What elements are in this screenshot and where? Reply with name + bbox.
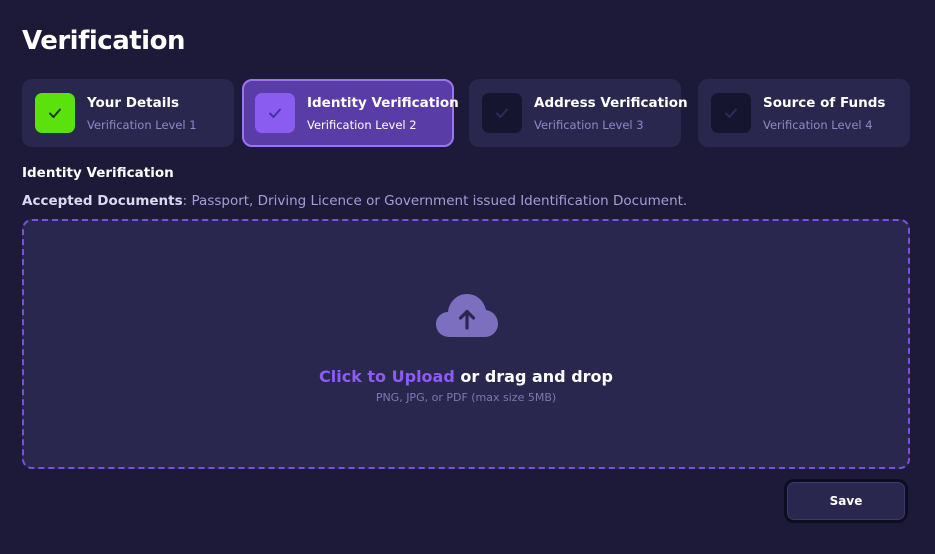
page-title: Verification	[22, 26, 185, 56]
drag-drop-text: or drag and drop	[454, 367, 613, 386]
step-status-box	[482, 93, 522, 133]
step-status-box	[35, 93, 75, 133]
upload-hint: PNG, JPG, or PDF (max size 5MB)	[375, 391, 557, 404]
step-title: Address Verification	[534, 94, 688, 111]
step-title: Identity Verification	[307, 94, 459, 111]
check-icon	[269, 108, 281, 118]
verification-page: Verification Your Details Verification L…	[0, 0, 935, 554]
step-subtitle: Verification Level 3	[534, 117, 644, 132]
file-dropzone[interactable]: Click to Upload or drag and drop PNG, JP…	[22, 219, 910, 469]
step-your-details[interactable]: Your Details Verification Level 1	[22, 79, 234, 147]
verification-steps: Your Details Verification Level 1 Identi…	[22, 79, 910, 147]
check-icon	[49, 108, 61, 118]
check-icon	[496, 108, 508, 118]
step-address-verification[interactable]: Address Verification Verification Level …	[469, 79, 688, 147]
step-status-box	[255, 93, 295, 133]
step-title: Source of Funds	[763, 94, 886, 111]
step-status-box	[711, 93, 751, 133]
upload-prompt: Click to Upload or drag and drop	[24, 367, 908, 386]
step-title: Your Details	[87, 94, 179, 111]
accepted-documents: Accepted Documents: Passport, Driving Li…	[22, 193, 687, 209]
step-source-of-funds[interactable]: Source of Funds Verification Level 4	[698, 79, 910, 147]
save-button[interactable]: Save	[784, 479, 908, 523]
accepted-documents-label: Accepted Documents	[22, 193, 183, 209]
accepted-documents-value: : Passport, Driving Licence or Governmen…	[182, 193, 688, 209]
cloud-upload-icon	[436, 294, 498, 337]
click-to-upload-link[interactable]: Click to Upload	[319, 367, 455, 386]
section-title: Identity Verification	[22, 165, 174, 181]
step-identity-verification[interactable]: Identity Verification Verification Level…	[242, 79, 459, 147]
check-icon	[725, 108, 737, 118]
step-subtitle: Verification Level 1	[87, 117, 197, 132]
step-subtitle: Verification Level 4	[763, 117, 873, 132]
step-subtitle: Verification Level 2	[307, 117, 417, 132]
